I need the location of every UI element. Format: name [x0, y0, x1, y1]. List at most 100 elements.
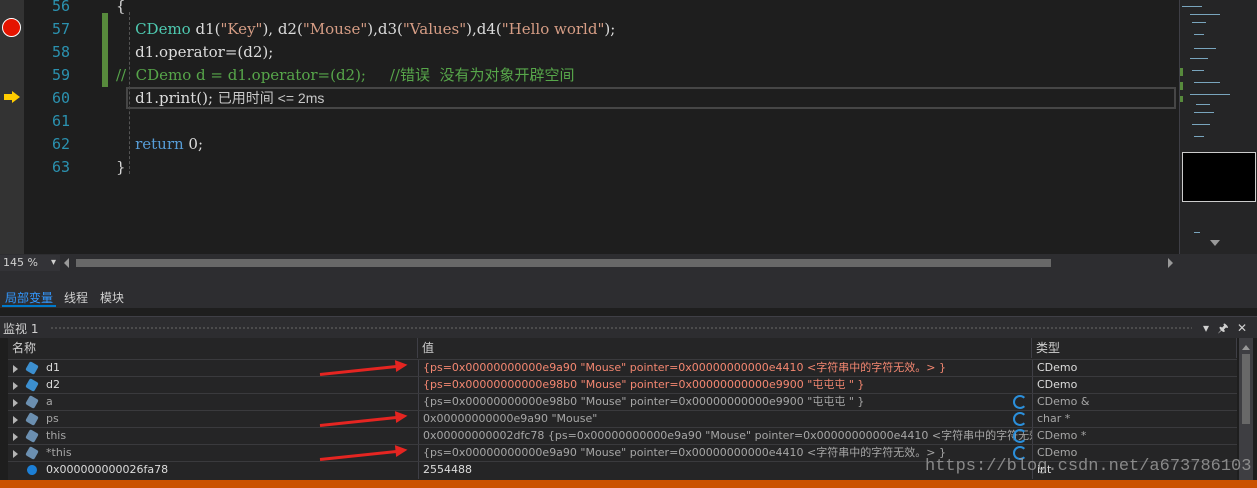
refresh-icon[interactable]	[1013, 395, 1027, 409]
watch-name-cell: this	[8, 428, 418, 445]
watch-row[interactable]: d1 {ps=0x00000000000e9a90 "Mouse" pointer…	[8, 359, 1237, 377]
map-code-line	[1182, 6, 1202, 7]
scrollbar-map[interactable]	[1179, 0, 1257, 254]
change-tracking-bar	[102, 13, 108, 87]
line-number-gutter: 56 57 58 59 60 61 62 63	[24, 0, 76, 254]
refresh-icon[interactable]	[1013, 429, 1027, 443]
code-token: d1(	[190, 20, 221, 38]
map-code-line	[1192, 124, 1210, 125]
map-code-line	[1194, 112, 1214, 113]
line-number: 60	[51, 89, 70, 107]
column-header-type[interactable]: 类型	[1032, 338, 1237, 358]
map-viewport[interactable]	[1182, 152, 1256, 202]
expand-arrow-icon[interactable]	[13, 450, 18, 458]
map-change-marker	[1180, 82, 1183, 90]
code-line[interactable]: d1.operator=(d2);	[116, 41, 273, 64]
expand-arrow-icon[interactable]	[13, 416, 18, 424]
code-token: "Mouse"	[302, 20, 368, 38]
watch-row[interactable]: a {ps=0x00000000000e98b0 "Mouse" pointer=…	[8, 393, 1237, 411]
watch-value[interactable]: 0x00000000002dfc78 {ps=0x00000000000e9a9…	[418, 428, 1032, 445]
expand-arrow-icon[interactable]	[13, 399, 18, 407]
object-icon	[25, 361, 39, 375]
code-token: "Hello world"	[501, 20, 605, 38]
watch-row[interactable]: this 0x00000000002dfc78 {ps=0x00000000000…	[8, 427, 1237, 445]
tab-threads[interactable]: 线程	[61, 289, 91, 307]
tab-locals[interactable]: 局部变量	[2, 289, 57, 307]
map-code-line	[1194, 136, 1204, 137]
watch-name[interactable]: a	[46, 394, 53, 410]
code-token: ), d2(	[262, 20, 303, 38]
column-header-value[interactable]: 值	[418, 338, 1032, 358]
watch-name[interactable]: ps	[46, 411, 59, 427]
watch-panel-title: 监视 1	[3, 322, 39, 336]
watch-type: CDemo	[1032, 360, 1237, 377]
code-token: return	[135, 135, 184, 153]
breakpoint-icon[interactable]	[2, 18, 21, 37]
chevron-down-icon: ▾	[50, 257, 56, 268]
zoom-dropdown[interactable]: 145 % ▾	[0, 255, 60, 271]
code-line[interactable]: return 0;	[116, 133, 203, 156]
watch-name[interactable]: d1	[46, 360, 60, 376]
watch-value[interactable]: {ps=0x00000000000e98b0 "Mouse" pointer=0…	[418, 394, 1032, 411]
watch-name-cell: 0x000000000026fa78	[8, 462, 418, 479]
close-icon[interactable]: ✕	[1235, 320, 1249, 336]
scroll-thumb[interactable]	[1242, 354, 1250, 424]
code-token: "Values"	[402, 20, 467, 38]
line-number: 58	[51, 43, 70, 61]
expand-arrow-icon[interactable]	[13, 433, 18, 441]
debug-tab-strip: 局部变量 线程 模块	[0, 286, 1257, 308]
watch-type: char *	[1032, 411, 1237, 428]
line-number: 61	[51, 112, 70, 130]
drag-handle[interactable]	[50, 326, 1192, 331]
code-token: 0;	[183, 135, 204, 153]
watch-name[interactable]: this	[46, 428, 66, 444]
line-number: 56	[51, 0, 70, 15]
scroll-left-arrow-icon[interactable]	[64, 258, 69, 268]
expand-arrow-icon[interactable]	[13, 382, 18, 390]
line-number: 62	[51, 135, 70, 153]
watch-row[interactable]: d2 {ps=0x00000000000e98b0 "Mouse" pointer…	[8, 376, 1237, 394]
code-line[interactable]: CDemo d1("Key"), d2("Mouse"),d3("Values"…	[116, 18, 615, 41]
map-code-line	[1194, 34, 1204, 35]
refresh-icon[interactable]	[1013, 412, 1027, 426]
expand-arrow-icon[interactable]	[13, 365, 18, 373]
map-code-line	[1190, 94, 1230, 95]
code-line[interactable]: // CDemo d = d1.operator=(d2); //错误 没有为对…	[116, 64, 574, 87]
map-code-line	[1194, 48, 1216, 49]
code-line[interactable]: d1.print(); 已用时间 <= 2ms	[116, 87, 324, 110]
private-field-icon	[25, 412, 39, 426]
code-line[interactable]: {	[116, 0, 126, 18]
watch-value[interactable]: 0x00000000000e9a90 "Mouse"	[418, 411, 1032, 428]
scroll-thumb[interactable]	[76, 259, 1051, 267]
watch-row[interactable]: ps 0x00000000000e9a90 "Mouse" char *	[8, 410, 1237, 428]
watch-type: CDemo *	[1032, 428, 1237, 445]
code-editor[interactable]: 56 57 58 59 60 61 62 63 { CDemo d1("Key"), d2("…	[0, 0, 1257, 254]
panel-splitter[interactable]	[0, 272, 1257, 286]
perf-tip: 已用时间 <= 2ms	[217, 90, 325, 106]
scroll-down-arrow-icon[interactable]	[1210, 240, 1220, 246]
scroll-up-arrow-icon[interactable]	[1242, 345, 1250, 350]
tab-modules[interactable]: 模块	[97, 289, 127, 307]
pin-icon[interactable]: 🖈	[1216, 320, 1230, 336]
map-change-marker	[1180, 68, 1183, 76]
glyph-margin[interactable]	[0, 0, 24, 254]
code-line[interactable]: }	[116, 156, 126, 179]
watermark-text: https://blog.csdn.net/a673786103	[925, 457, 1252, 476]
object-icon	[25, 429, 39, 443]
column-header-name[interactable]: 名称	[8, 338, 418, 358]
window-dropdown-icon[interactable]: ▾	[1199, 320, 1213, 336]
watch-name[interactable]: *this	[46, 445, 72, 461]
horizontal-scrollbar[interactable]: 145 % ▾	[0, 254, 1257, 272]
code-token: ),d3(	[367, 20, 403, 38]
map-code-line	[1192, 22, 1206, 23]
scroll-right-arrow-icon[interactable]	[1168, 258, 1173, 268]
code-text-area[interactable]: { CDemo d1("Key"), d2("Mouse"),d3("Value…	[116, 0, 1177, 254]
watch-name[interactable]: d2	[46, 377, 60, 393]
watch-value[interactable]: {ps=0x00000000000e98b0 "Mouse" pointer=0…	[418, 377, 1032, 394]
watch-panel-titlebar[interactable]: 监视 1 ▾ 🖈 ✕	[0, 316, 1257, 338]
watch-value[interactable]: {ps=0x00000000000e9a90 "Mouse" pointer=0…	[418, 360, 1032, 377]
watch-name[interactable]: 0x000000000026fa78	[46, 462, 168, 478]
code-token: {	[116, 0, 126, 15]
map-change-marker	[1180, 96, 1183, 102]
